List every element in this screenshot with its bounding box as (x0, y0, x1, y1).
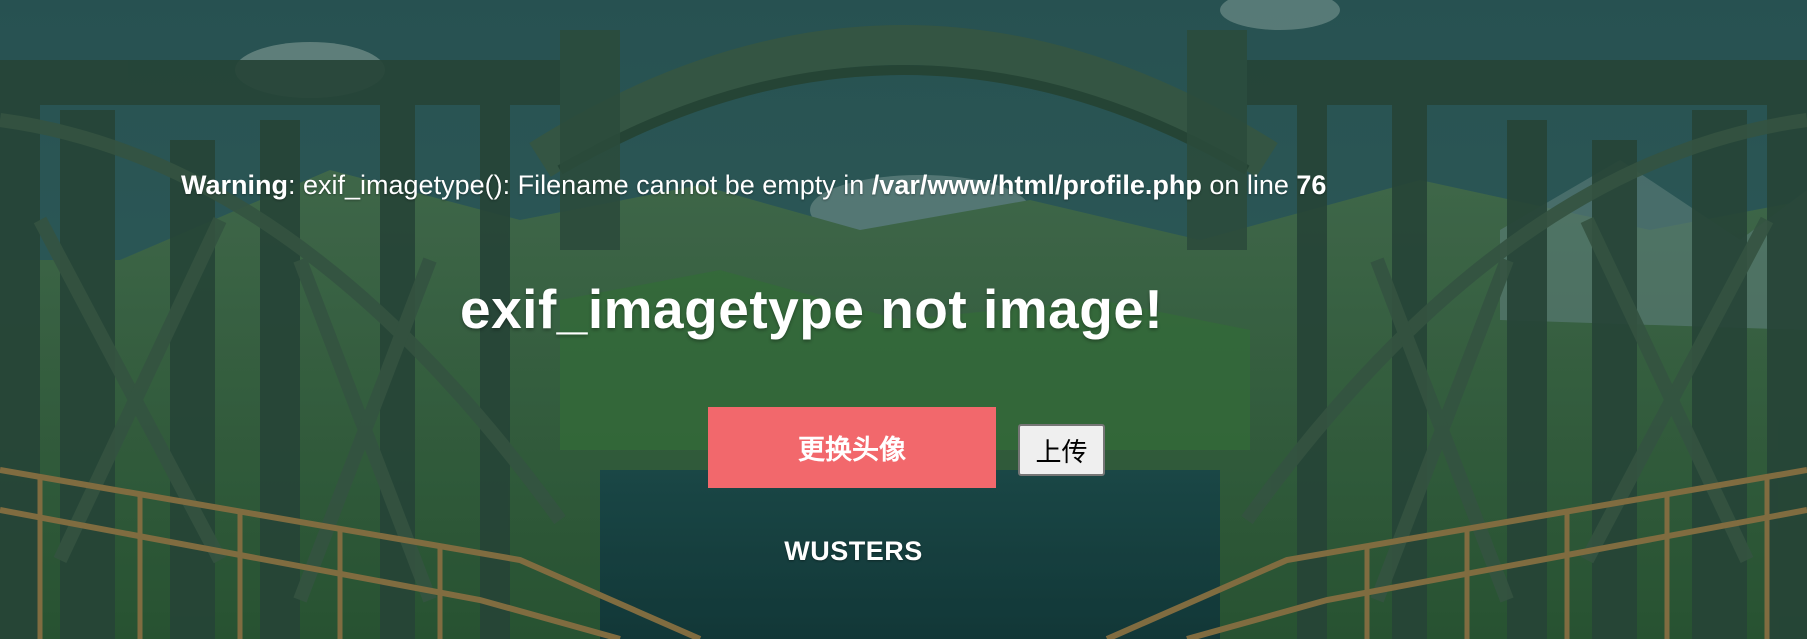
warning-line-text: on line (1201, 170, 1297, 200)
profile-page: Warning: exif_imagetype(): Filename cann… (0, 0, 1807, 639)
php-warning-message: Warning: exif_imagetype(): Filename cann… (0, 170, 1807, 201)
warning-label: Warning (181, 170, 288, 200)
error-headline: exif_imagetype not image! (460, 278, 1164, 340)
warning-text: : exif_imagetype(): Filename cannot be e… (288, 170, 872, 200)
warning-line-number: 76 (1296, 170, 1327, 200)
profile-content: Warning: exif_imagetype(): Filename cann… (0, 0, 1807, 639)
username-label: WUSTERS (784, 536, 923, 566)
change-avatar-button[interactable]: 更换头像 (708, 407, 996, 488)
warning-file-path: /var/www/html/profile.php (871, 170, 1202, 200)
upload-button[interactable]: 上传 (1018, 424, 1105, 476)
